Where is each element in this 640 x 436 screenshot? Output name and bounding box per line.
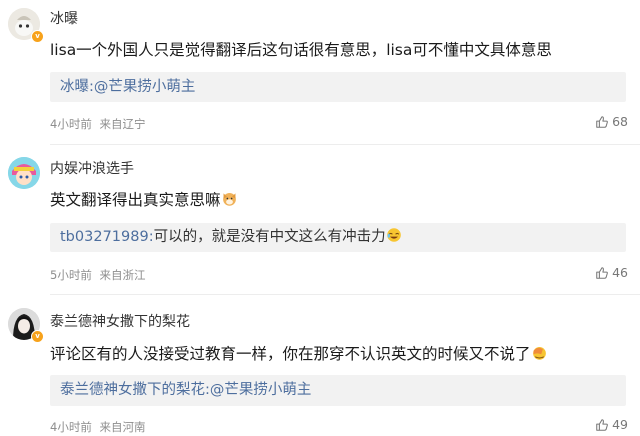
comment-time: 4小时前 — [50, 117, 92, 131]
reply-author[interactable]: 冰曝: — [60, 79, 94, 95]
username[interactable]: 泰兰德神女撒下的梨花 — [50, 311, 190, 331]
username[interactable]: 冰曝 — [50, 8, 78, 28]
verified-badge-icon: v — [31, 30, 44, 43]
reply-box[interactable]: tb03271989:可以的，就是没有中文这么有冲击力 — [50, 223, 626, 252]
comment-text-content: 英文翻译得出真实意思嘛 — [50, 191, 221, 209]
username[interactable]: 内娱冲浪选手 — [50, 158, 134, 178]
reply-box[interactable]: 冰曝:@芒果捞小萌主 — [50, 72, 626, 102]
facepalm-emoji-icon — [531, 344, 548, 365]
comment-location: 来自辽宁 — [99, 117, 146, 131]
like-button[interactable]: 49 — [595, 417, 628, 432]
comment-item: v 泰兰德神女撒下的梨花 评论区有的人没接受过教育一样，你在那穿不认识英文的时候… — [0, 295, 640, 436]
reply-author[interactable]: 泰兰德神女撒下的梨花: — [60, 382, 210, 398]
avatar[interactable] — [8, 157, 40, 189]
comment-location: 来自河南 — [99, 420, 146, 434]
thumbs-up-icon — [596, 418, 608, 431]
comment-item: v 冰曝 lisa一个外国人只是觉得翻译后这句话很有意思，lisa可不懂中文具体… — [0, 0, 640, 145]
like-button[interactable]: 46 — [595, 265, 628, 280]
comment-time: 5小时前 — [50, 268, 92, 282]
like-button[interactable]: 68 — [595, 114, 628, 129]
reply-mention[interactable]: @芒果捞小萌主 — [210, 382, 312, 398]
comment-time: 4小时前 — [50, 420, 92, 434]
comment-text-content: 评论区有的人没接受过教育一样，你在那穿不认识英文的时候又不说了 — [50, 345, 531, 363]
like-count: 49 — [612, 417, 628, 432]
reply-mention[interactable]: @芒果捞小萌主 — [94, 79, 196, 95]
laughing-emoji-icon — [386, 225, 402, 254]
verified-badge-icon: v — [31, 330, 44, 343]
like-count: 46 — [612, 265, 628, 280]
reply-text: 可以的，就是没有中文这么有冲击力 — [153, 229, 386, 245]
like-count: 68 — [612, 114, 628, 129]
dog-emoji-icon — [221, 190, 238, 211]
comment-text: 英文翻译得出真实意思嘛 — [50, 188, 238, 211]
reply-box[interactable]: 泰兰德神女撒下的梨花:@芒果捞小萌主 — [50, 375, 626, 406]
thumbs-up-icon — [596, 266, 608, 279]
comment-item: 内娱冲浪选手 英文翻译得出真实意思嘛 tb03271989:可以的，就是没有中文… — [0, 145, 640, 295]
comment-meta: 5小时前 来自浙江 — [50, 267, 145, 283]
comment-text: lisa一个外国人只是觉得翻译后这句话很有意思，lisa可不懂中文具体意思 — [50, 41, 552, 59]
comment-meta: 4小时前 来自河南 — [50, 419, 145, 435]
comment-text: 评论区有的人没接受过教育一样，你在那穿不认识英文的时候又不说了 — [50, 342, 548, 365]
comment-meta: 4小时前 来自辽宁 — [50, 116, 145, 132]
reply-author[interactable]: tb03271989: — [60, 229, 154, 245]
thumbs-up-icon — [596, 115, 608, 128]
comment-location: 来自浙江 — [99, 268, 146, 282]
